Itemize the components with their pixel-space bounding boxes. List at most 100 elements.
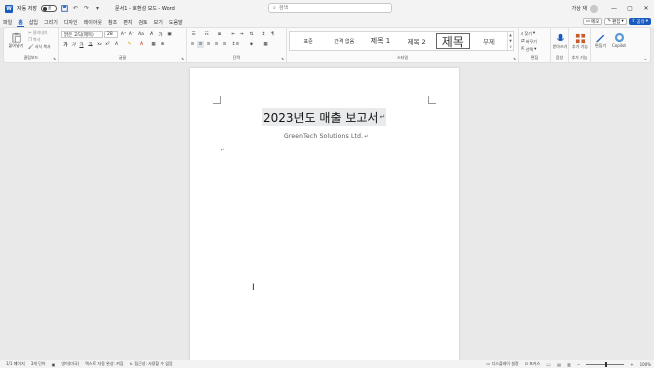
select-button[interactable]: ⇱ 선택 ▾ [521,46,536,53]
increase-indent-icon[interactable]: ⇥ [238,31,245,38]
search-input[interactable] [278,5,379,11]
document-title: 문서1 - 호환성 모드 - Word [115,6,175,12]
tab-file[interactable]: 파일 [0,17,15,27]
tab-layout[interactable]: 레이아웃 [81,17,105,27]
toggle-knob [43,6,47,11]
dialog-launcher-icon[interactable]: ⬊ [281,57,284,61]
strikethrough-icon[interactable]: 가 [87,41,94,48]
tab-references[interactable]: 참조 [105,17,120,27]
document-heading[interactable]: 2023년도 매출 보고서 ↵ [262,108,386,126]
zoom-in-icon[interactable]: + [630,362,633,367]
tab-design[interactable]: 디자인 [61,17,81,27]
share-button[interactable]: ⇪ 공유 ▾ [628,18,651,25]
comments-button[interactable]: ▭ 메모 [582,18,603,25]
tab-mailings[interactable]: 편지 [120,17,135,27]
accessibility-status[interactable]: ♿ 접근성: 사용할 수 없음 [130,361,173,367]
web-layout-icon[interactable]: ▥ [567,362,571,367]
multilevel-list-icon[interactable]: ≣ [215,31,224,38]
font-size-box[interactable]: 28 [104,31,118,38]
find-button[interactable]: ⌕ 찾기 ▾ [521,30,535,37]
text-prediction-status[interactable]: 텍스트 자동 완성: 켜짐 [85,361,123,367]
superscript-icon[interactable]: x² [104,41,111,48]
dialog-launcher-icon[interactable]: ⬊ [181,57,184,61]
font-name-box[interactable]: 맑은 고딕(제목) [61,31,103,38]
undo-icon[interactable]: ↶ [72,5,79,12]
dialog-launcher-icon[interactable]: ⬊ [513,57,516,61]
zoom-slider-thumb[interactable] [605,361,608,367]
tab-review[interactable]: 검토 [135,17,150,27]
cut-button[interactable]: ✂ 잘라내기 [28,30,48,36]
character-shading-icon[interactable]: ▦ [150,41,157,48]
dialog-launcher-icon[interactable]: ⬊ [53,57,56,61]
customize-quick-access-icon[interactable]: ▾ [94,5,101,12]
bold-icon[interactable]: 가 [62,41,69,48]
line-spacing-icon[interactable]: ↕≡ [231,41,240,48]
clear-formatting-icon[interactable]: A̸ [148,31,155,38]
bullets-icon[interactable]: ☰ [189,31,198,38]
search-box[interactable]: ⌕ [268,3,392,13]
paragraph-group: ☰ ☷ ≣ ⇤ ⇥ ⇅ ↕ ¶ ≡ ≡ ≡ ≡ ≡ ↕≡ ◈ ▦ 단락 ⬊ [187,28,287,62]
tab-insert[interactable]: 삽입 [26,17,41,27]
align-right-icon[interactable]: ≡ [205,41,212,48]
italic-icon[interactable]: 가 [70,41,77,48]
shading-icon[interactable]: ◈ [247,41,256,48]
zoom-out-icon[interactable]: − [577,362,580,367]
align-center-icon[interactable]: ≡ [197,41,204,48]
text-effects-icon[interactable]: A [113,41,120,48]
minimize-icon[interactable]: — [606,0,622,17]
subscript-icon[interactable]: x₂ [96,41,103,48]
language-indicator[interactable]: 영어(미국) [61,361,79,367]
highlight-icon[interactable]: ✎ [125,41,134,48]
show-marks-icon[interactable]: ¶ [269,31,276,38]
focus-button[interactable]: ⊡ 포커스 [525,361,541,367]
align-left-icon[interactable]: ≡ [189,41,196,48]
redo-icon[interactable]: ↷ [83,5,90,12]
underline-icon[interactable]: 가 [78,41,85,48]
document-page[interactable]: 2023년도 매출 보고서 ↵ GreenTech Solutions Ltd. ↵… [190,68,459,368]
display-settings-button[interactable]: ▭ 디스플레이 설정 [487,361,519,367]
replace-button[interactable]: ⇄ 바꾸기 [521,38,537,45]
tab-home[interactable]: 홈 [15,17,26,27]
copy-button[interactable]: ❐ 복사 [28,37,40,43]
decrease-indent-icon[interactable]: ⇤ [230,31,237,38]
font-color-icon[interactable]: A [137,41,146,48]
format-painter-button[interactable]: 🖌 서식 복사 [28,44,51,50]
print-layout-icon[interactable]: ▤ [557,362,561,367]
paragraph-mark: ↵ [379,113,386,121]
read-mode-icon[interactable]: 📖 [546,362,551,367]
document-subtitle[interactable]: GreenTech Solutions Ltd. ↵ [284,132,368,141]
close-icon[interactable]: ✕ [638,0,654,17]
collapse-ribbon-icon[interactable]: ⌄ [644,56,647,61]
tab-view[interactable]: 보기 [151,17,166,27]
user-name[interactable]: 가상 재 [572,5,587,12]
page-count[interactable]: 1/1 페이지 [6,361,25,367]
enclose-characters-icon[interactable]: ⊕ [159,41,166,48]
paste-button[interactable]: 붙여넣기 [7,30,25,50]
editing-mode-button[interactable]: ✎ 편집 ▾ [604,18,627,25]
save-icon[interactable] [61,5,68,12]
tab-draw[interactable]: 그리기 [41,17,61,27]
word-count[interactable]: 3개 단어 [31,361,46,367]
dictate-button[interactable]: 받아쓰기 [552,30,568,52]
maximize-icon[interactable]: ▢ [622,0,638,17]
numbering-icon[interactable]: ☷ [202,31,211,38]
shrink-font-icon[interactable]: A⁻ [128,31,135,38]
borders-icon[interactable]: ▦ [261,41,270,48]
avatar[interactable] [590,4,598,13]
copilot-button[interactable]: Copilot [610,30,628,50]
justify-icon[interactable]: ≡ [213,41,220,48]
tab-help[interactable]: 도움말 [166,17,186,27]
grow-font-icon[interactable]: A⁺ [120,31,127,38]
addins-button[interactable]: 추가 기능 [571,30,589,52]
change-case-icon[interactable]: Aa [137,31,145,38]
zoom-level[interactable]: 100% [640,362,651,367]
text-direction-icon[interactable]: ⇅ [247,31,256,38]
editor-button[interactable]: 편집기 [592,30,609,50]
phonetic-guide-icon[interactable]: 가 [157,31,164,38]
distributed-icon[interactable]: ≡ [221,41,228,48]
autosave-toggle[interactable]: 끔 [41,5,57,12]
proofing-icon[interactable]: ▣ [52,362,56,367]
character-border-icon[interactable]: ▣ [166,31,173,38]
sort-icon[interactable]: ↕ [260,31,267,38]
zoom-slider[interactable] [586,361,625,367]
